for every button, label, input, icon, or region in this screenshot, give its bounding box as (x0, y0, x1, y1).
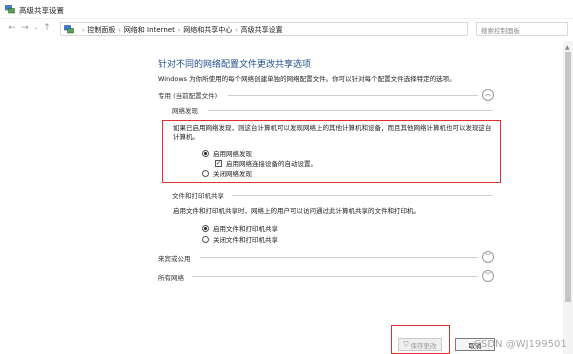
address-bar[interactable]: › 控制面板 › 网络和 Internet › 网络和共享中心 › 高级共享设置… (60, 22, 523, 36)
enable-discovery-radio[interactable]: 启用网络发现 (202, 148, 252, 158)
expand-guest-icon[interactable]: ﹀ (482, 251, 494, 263)
arrow-right-icon[interactable]: → (20, 23, 30, 33)
profile-private-label[interactable]: 专用 (当前配置文件) (158, 90, 217, 100)
divider (228, 95, 478, 96)
scroll-up-icon[interactable]: ▲ (565, 44, 570, 51)
auto-setup-checkbox[interactable]: ✓ 启用网络连接设备的自动设置。 (215, 158, 317, 168)
radio-unselected-icon (202, 169, 209, 177)
disable-file-sharing-radio[interactable]: 关闭文件和打印机共享 (202, 234, 278, 244)
breadcrumb-advanced-sharing[interactable]: 高级共享设置 (241, 25, 283, 35)
watermark: CSDN @WJ199501 (474, 339, 567, 350)
profile-all-networks-label[interactable]: 所有网络 (158, 272, 184, 282)
breadcrumb-network-sharing-center[interactable]: 网络和共享中心 (183, 25, 232, 35)
shield-icon: ⛉ (403, 340, 409, 348)
save-button-label: 保存更改 (410, 341, 437, 350)
scrollbar-thumb[interactable] (565, 52, 571, 302)
disable-file-sharing-label: 关闭文件和打印机共享 (213, 236, 278, 244)
divider (192, 276, 478, 277)
breadcrumb-network-internet[interactable]: 网络和 Internet (124, 25, 175, 35)
control-panel-icon (64, 25, 74, 34)
enable-discovery-label: 启用网络发现 (213, 150, 252, 158)
save-button[interactable]: ⛉ 保存更改 (398, 338, 442, 351)
radio-unselected-icon (202, 235, 209, 243)
disable-discovery-label: 关闭网络发现 (213, 170, 252, 178)
arrow-left-icon[interactable]: ← (7, 23, 17, 33)
arrow-up-icon[interactable]: ↑ (42, 23, 52, 33)
crumb-separator: › (82, 26, 85, 34)
radio-selected-icon (202, 149, 209, 157)
auto-setup-label: 启用网络连接设备的自动设置。 (226, 160, 317, 168)
profile-guest-label[interactable]: 来宾或公用 (158, 253, 191, 263)
expand-all-networks-icon[interactable]: ﹀ (482, 270, 494, 282)
crumb-separator: › (235, 26, 238, 34)
collapse-private-icon[interactable]: ︿ (482, 89, 494, 101)
radio-selected-icon (202, 224, 209, 232)
divider (200, 257, 478, 258)
network-discovery-header: 网络发现 (172, 107, 198, 115)
divider (232, 195, 493, 196)
network-icon (5, 5, 15, 14)
page-title: 针对不同的网络配置文件更改共享选项 (158, 60, 312, 70)
enable-file-sharing-radio[interactable]: 启用文件和打印机共享 (202, 223, 278, 233)
chevron-down-icon[interactable]: ⌄ (31, 23, 41, 33)
title-bar: 高级共享设置 (0, 0, 573, 19)
file-sharing-description: 启用文件和打印机共享时，网络上的用户可以访问通过此计算机共享的文件和打印机。 (173, 207, 420, 215)
crumb-separator: › (118, 26, 121, 34)
file-sharing-header: 文件和打印机共享 (172, 192, 224, 200)
window-title: 高级共享设置 (19, 6, 64, 15)
network-discovery-description: 如果已启用网络发现，则这台计算机可以发现网络上的其他计算机和设备，而且其他网络计… (173, 124, 492, 141)
disable-discovery-radio[interactable]: 关闭网络发现 (202, 168, 252, 178)
checkmark-icon: ✓ (215, 159, 222, 167)
search-input[interactable]: 搜索控制面板 (476, 22, 568, 36)
crumb-separator: › (177, 26, 181, 34)
breadcrumb-control-panel[interactable]: 控制面板 (87, 25, 115, 35)
divider (208, 110, 493, 111)
breadcrumb: › 控制面板 › 网络和 Internet › 网络和共享中心 › 高级共享设置 (79, 25, 283, 35)
page-description: Windows 为你所使用的每个网络创建单独的网络配置文件。你可以针对每个配置文… (158, 75, 456, 83)
enable-file-sharing-label: 启用文件和打印机共享 (213, 225, 278, 233)
